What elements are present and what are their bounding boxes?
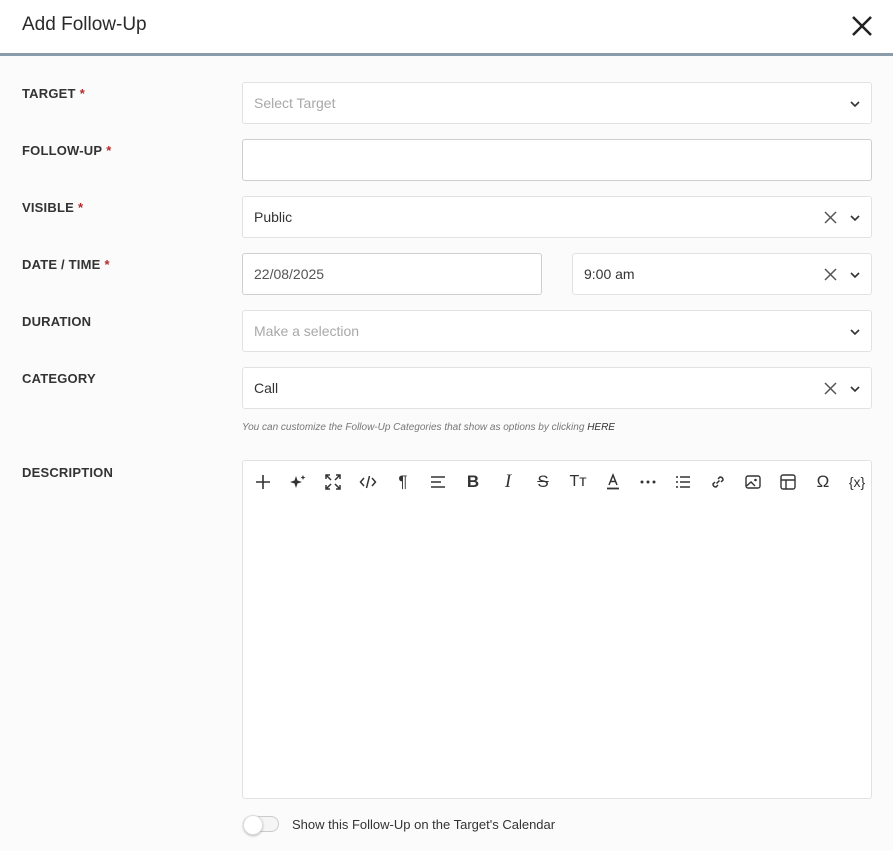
description-label: DESCRIPTION <box>22 465 114 480</box>
target-placeholder: Select Target <box>254 95 336 111</box>
customize-here-link[interactable]: HERE <box>587 422 615 433</box>
strikethrough-icon[interactable]: S <box>530 469 556 495</box>
category-select[interactable]: Call <box>242 367 872 409</box>
dialog-header: Add Follow-Up <box>0 0 893 56</box>
more-icon[interactable] <box>635 469 661 495</box>
clear-icon[interactable] <box>823 267 838 282</box>
visible-label: VISIBLE * <box>22 200 84 215</box>
duration-placeholder: Make a selection <box>254 323 360 339</box>
chevron-down-icon[interactable] <box>848 97 862 111</box>
bold-icon[interactable]: B <box>460 469 486 495</box>
toggle-knob <box>243 815 263 835</box>
link-icon[interactable] <box>705 469 731 495</box>
visible-select[interactable]: Public <box>242 196 872 238</box>
category-hint: You can customize the Follow-Up Categori… <box>242 422 615 433</box>
description-editor[interactable]: ¶ B I S Tт Ω {x} <box>242 460 872 799</box>
dialog-title: Add Follow-Up <box>22 14 147 35</box>
time-select[interactable]: 9:00 am <box>572 253 872 295</box>
align-icon[interactable] <box>425 469 451 495</box>
text-color-icon[interactable] <box>600 469 626 495</box>
chevron-down-icon[interactable] <box>848 211 862 225</box>
visible-value: Public <box>254 209 293 225</box>
date-input[interactable]: 22/08/2025 <box>242 253 542 295</box>
italic-icon[interactable]: I <box>495 469 521 495</box>
calendar-toggle[interactable] <box>243 815 279 835</box>
category-value: Call <box>254 380 279 396</box>
follow-up-input[interactable] <box>242 139 872 181</box>
chevron-down-icon[interactable] <box>848 268 862 282</box>
chevron-down-icon[interactable] <box>848 325 862 339</box>
close-icon[interactable] <box>849 13 875 39</box>
target-label: TARGET * <box>22 86 85 101</box>
chevron-down-icon[interactable] <box>848 382 862 396</box>
duration-select[interactable]: Make a selection <box>242 310 872 352</box>
editor-toolbar: ¶ B I S Tт Ω {x} <box>243 461 871 503</box>
image-icon[interactable] <box>740 469 766 495</box>
clear-icon[interactable] <box>823 381 838 396</box>
list-icon[interactable] <box>670 469 696 495</box>
font-size-icon[interactable]: Tт <box>565 469 591 495</box>
fullscreen-icon[interactable] <box>320 469 346 495</box>
special-char-icon[interactable]: Ω <box>810 469 836 495</box>
duration-label: DURATION <box>22 314 92 329</box>
plus-icon[interactable] <box>250 469 276 495</box>
variable-icon[interactable]: {x} <box>844 469 870 495</box>
code-view-icon[interactable] <box>355 469 381 495</box>
table-icon[interactable] <box>775 469 801 495</box>
date-value: 22/08/2025 <box>254 266 325 282</box>
date-time-label: DATE / TIME * <box>22 257 110 272</box>
time-value: 9:00 am <box>584 266 635 282</box>
category-label: CATEGORY <box>22 371 96 386</box>
ai-sparkle-icon[interactable] <box>285 469 311 495</box>
clear-icon[interactable] <box>823 210 838 225</box>
paragraph-icon[interactable]: ¶ <box>390 469 416 495</box>
calendar-toggle-label: Show this Follow-Up on the Target's Cale… <box>292 817 556 832</box>
target-select[interactable]: Select Target <box>242 82 872 124</box>
follow-up-label: FOLLOW-UP * <box>22 143 112 158</box>
